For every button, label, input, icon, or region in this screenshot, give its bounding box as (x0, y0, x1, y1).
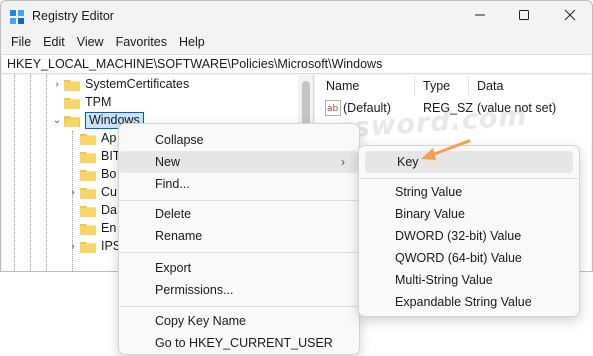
menu-separator (120, 306, 358, 307)
folder-icon (80, 186, 96, 199)
menu-item-new[interactable]: New › (119, 151, 359, 173)
submenu-item-string-value[interactable]: String Value (359, 181, 579, 203)
tree-item-systemcertificates[interactable]: › SystemCertificates (52, 75, 189, 93)
tree-item-bit[interactable]: BIT (68, 147, 120, 165)
tree-guide-line (46, 75, 47, 271)
tree-item-en[interactable]: En (68, 219, 116, 237)
close-icon (564, 9, 576, 24)
menu-item-export[interactable]: Export (119, 257, 359, 279)
submenu-item-dword-value[interactable]: DWORD (32-bit) Value (359, 225, 579, 247)
tree-item-label: SystemCertificates (85, 77, 190, 91)
minimize-button[interactable] (457, 1, 503, 32)
tree-item-cu[interactable]: › Cu (68, 183, 117, 201)
chevron-right-icon[interactable]: › (68, 241, 78, 252)
svg-text:ab: ab (327, 104, 339, 114)
menu-favorites[interactable]: Favorites (110, 32, 173, 53)
window-title: Registry Editor (32, 9, 114, 23)
tree-item-label: TPM (85, 95, 112, 109)
annotation-arrow-icon (421, 139, 471, 160)
maximize-icon (518, 9, 530, 24)
menu-item-collapse[interactable]: Collapse (119, 129, 359, 151)
column-header-data[interactable]: Data (477, 79, 503, 93)
menu-item-rename[interactable]: Rename (119, 225, 359, 247)
submenu-item-qword-value[interactable]: QWORD (64-bit) Value (359, 247, 579, 269)
menu-item-copy-key-name[interactable]: Copy Key Name (119, 310, 359, 332)
tree-item-tpm[interactable]: TPM (52, 93, 111, 111)
tree-item-ips[interactable]: › IPS (68, 237, 121, 255)
folder-icon (80, 204, 96, 217)
tree-item-label: Da (101, 203, 117, 217)
folder-icon (80, 132, 96, 145)
folder-icon (80, 150, 96, 163)
context-menu: Collapse New › Find... Delete Rename Exp… (118, 123, 360, 355)
menu-edit[interactable]: Edit (37, 32, 71, 53)
menu-separator (120, 200, 358, 201)
folder-icon (80, 168, 96, 181)
folder-open-icon (64, 114, 80, 127)
tree-item-label: Cu (101, 185, 117, 199)
menu-separator (120, 252, 358, 253)
tree-item-bo[interactable]: Bo (68, 165, 116, 183)
chevron-down-icon[interactable]: ⌄ (52, 115, 62, 126)
menu-item-go-to-hkcu[interactable]: Go to HKEY_CURRENT_USER (119, 332, 359, 354)
chevron-right-icon[interactable]: › (68, 187, 78, 198)
column-separator[interactable] (468, 77, 469, 95)
folder-icon (64, 78, 80, 91)
menu-file[interactable]: File (5, 32, 37, 53)
tree-item-label: Ap (101, 131, 117, 145)
menu-item-delete[interactable]: Delete (119, 203, 359, 225)
tree-item-ap[interactable]: Ap (68, 129, 116, 147)
close-button[interactable] (547, 1, 592, 32)
folder-icon (64, 96, 80, 109)
tree-item-label: En (101, 221, 117, 235)
submenu-item-binary-value[interactable]: Binary Value (359, 203, 579, 225)
menu-bar: File Edit View Favorites Help (1, 32, 592, 53)
title-bar[interactable]: Registry Editor (1, 1, 592, 32)
tree-item-label: Bo (101, 167, 117, 181)
chevron-right-icon: › (341, 155, 345, 169)
minimize-icon (474, 9, 486, 24)
chevron-right-icon[interactable]: › (52, 79, 62, 90)
folder-icon (80, 222, 96, 235)
address-bar[interactable]: HKEY_LOCAL_MACHINE\SOFTWARE\Policies\Mic… (2, 54, 591, 74)
submenu-item-expandable-string-value[interactable]: Expandable String Value (359, 291, 579, 313)
menu-item-label: New (155, 155, 181, 169)
maximize-button[interactable] (501, 1, 547, 32)
tree-item-da[interactable]: Da (68, 201, 117, 219)
submenu-item-multi-string-value[interactable]: Multi-String Value (359, 269, 579, 291)
column-header-type[interactable]: Type (423, 79, 450, 93)
menu-item-permissions[interactable]: Permissions... (119, 279, 359, 301)
tree-guide-line (30, 75, 31, 271)
new-submenu: Key String Value Binary Value DWORD (32-… (358, 145, 580, 317)
column-header-name[interactable]: Name (326, 79, 359, 93)
menu-help[interactable]: Help (173, 32, 211, 53)
folder-icon (80, 240, 96, 253)
column-separator[interactable] (414, 77, 415, 95)
menu-item-find[interactable]: Find... (119, 173, 359, 195)
menu-view[interactable]: View (71, 32, 110, 53)
tree-guide-line (14, 75, 15, 271)
menu-separator (360, 178, 578, 179)
registry-app-icon (9, 9, 25, 25)
